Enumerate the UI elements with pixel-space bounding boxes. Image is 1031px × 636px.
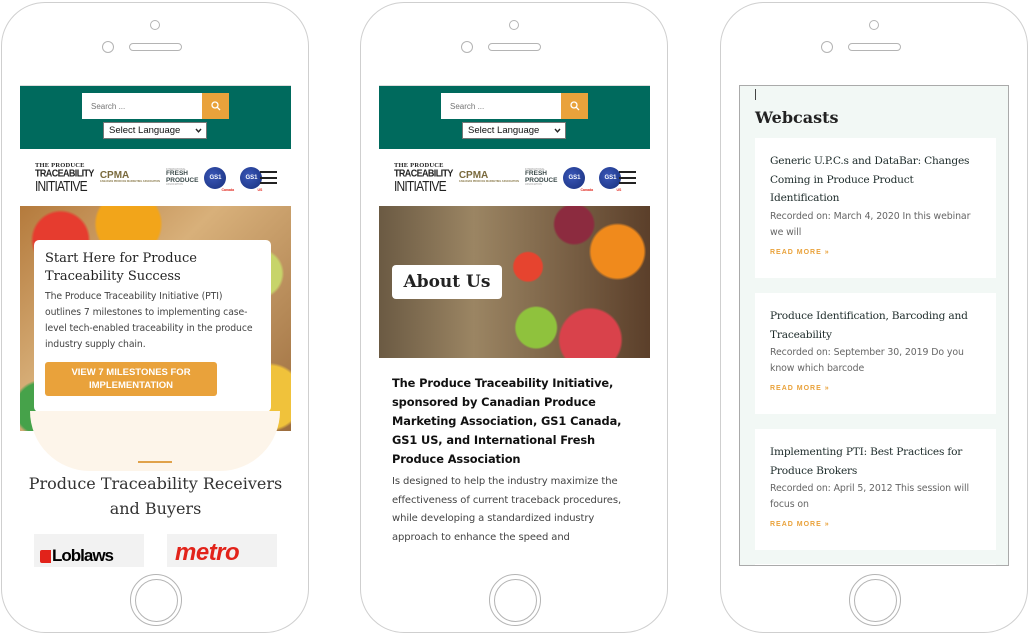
cpma-logo-subtitle: CANADIAN PRODUCE MARKETING ASSOCIATION — [458, 180, 519, 184]
about-banner-image: About Us — [379, 206, 650, 358]
search-input[interactable] — [441, 93, 561, 119]
pti-logo-line3: INITIATIVE — [35, 177, 88, 195]
phone-frame-about: Select Language THE PRODUCE TRACEABILITY… — [360, 2, 668, 633]
gs1-logo-text: GS1 — [568, 174, 581, 181]
gs1-canada-logo[interactable]: GS1 Canada — [204, 166, 234, 192]
top-bar: Select Language — [379, 86, 650, 149]
front-camera — [821, 41, 833, 53]
brand-name: Loblaws — [52, 546, 114, 565]
cpma-logo[interactable]: CPMA CANADIAN PRODUCE MARKETING ASSOCIAT… — [100, 171, 160, 184]
search-button[interactable] — [202, 93, 229, 119]
phone-screen-webcasts: Webcasts Generic U.P.C.s and DataBar: Ch… — [739, 85, 1009, 566]
gs1-logo-text: GS1 — [245, 174, 258, 181]
front-camera — [102, 41, 114, 53]
earpiece-speaker — [848, 43, 901, 51]
gs1-logo-text: GS1 — [604, 174, 617, 181]
gs1-us-label: US — [616, 187, 622, 192]
section-title: Produce Traceability Receivers and Buyer… — [28, 474, 283, 518]
phone-screen-home: Select Language THE PRODUCE TRACEABILITY… — [20, 85, 291, 567]
ifpa-logo-bottom: ASSOCIATION — [524, 182, 542, 186]
language-select-label: Select Language — [468, 125, 540, 136]
home-button — [849, 574, 901, 626]
webcast-title[interactable]: Implementing PTI: Best Practices for Pro… — [770, 443, 982, 480]
about-heading: The Produce Traceability Initiative, spo… — [392, 376, 622, 466]
cpma-logo-subtitle: CANADIAN PRODUCE MARKETING ASSOCIATION — [99, 180, 160, 184]
language-select[interactable]: Select Language — [103, 122, 207, 139]
chevron-down-icon — [554, 128, 561, 133]
loblaws-mark-icon — [40, 549, 51, 563]
webcast-excerpt: Recorded on: March 4, 2020 In this webin… — [770, 210, 971, 238]
gs1-canada-label: Canada — [580, 187, 594, 192]
chevron-down-icon — [195, 128, 202, 133]
gs1-canada-logo[interactable]: GS1 Canada — [563, 166, 593, 192]
proximity-sensor — [509, 20, 519, 30]
gs1-canada-label: Canada — [221, 187, 235, 192]
earpiece-speaker — [488, 43, 541, 51]
search-input[interactable] — [82, 93, 202, 119]
home-button — [489, 574, 541, 626]
about-title: About Us — [392, 265, 502, 299]
search-icon — [210, 101, 220, 111]
webcast-title[interactable]: Produce Identification, Barcoding and Tr… — [770, 307, 982, 344]
hamburger-menu-icon[interactable] — [619, 171, 636, 184]
read-more-link[interactable]: READ MORE » — [770, 521, 982, 528]
search-icon — [569, 101, 579, 111]
hero-title: Start Here for Produce Traceability Succ… — [45, 251, 197, 284]
front-camera — [461, 41, 473, 53]
section-divider — [138, 461, 172, 463]
brand-logo-metro[interactable]: metro — [167, 534, 277, 567]
ifpa-logo[interactable]: INTERNATIONAL FRESH PRODUCE ASSOCIATION — [524, 168, 558, 186]
home-button — [130, 574, 182, 626]
search-button[interactable] — [561, 93, 588, 119]
webcast-excerpt: Recorded on: September 30, 2019 Do you k… — [770, 347, 964, 374]
hero-card: Start Here for Produce Traceability Succ… — [34, 240, 271, 412]
read-more-link[interactable]: READ MORE » — [770, 385, 982, 392]
pti-logo[interactable]: THE PRODUCE TRACEABILITY INITIATIVE — [35, 162, 94, 195]
phone-screen-about: Select Language THE PRODUCE TRACEABILITY… — [379, 85, 650, 567]
hero-text: The Produce Traceability Initiative (PTI… — [45, 291, 253, 350]
earpiece-speaker — [129, 43, 182, 51]
webcast-card[interactable]: Produce Identification, Barcoding and Tr… — [755, 293, 996, 414]
phone-frame-webcasts: Webcasts Generic U.P.C.s and DataBar: Ch… — [720, 2, 1028, 633]
receivers-section: Produce Traceability Receivers and Buyer… — [20, 411, 291, 567]
view-milestones-button[interactable]: VIEW 7 MILESTONES FOR IMPLEMENTATION — [45, 362, 217, 396]
hero-banner-image: Start Here for Produce Traceability Succ… — [20, 206, 291, 431]
language-select[interactable]: Select Language — [462, 122, 566, 139]
about-paragraph: Is designed to help the industry maximiz… — [392, 476, 622, 543]
top-bar: Select Language — [20, 86, 291, 149]
hamburger-menu-icon[interactable] — [260, 171, 277, 184]
ifpa-logo[interactable]: INTERNATIONAL FRESH PRODUCE ASSOCIATION — [165, 168, 199, 186]
logo-bar: THE PRODUCE TRACEABILITY INITIATIVE CPMA… — [20, 149, 291, 206]
cpma-logo[interactable]: CPMA CANADIAN PRODUCE MARKETING ASSOCIAT… — [459, 171, 519, 184]
proximity-sensor — [869, 20, 879, 30]
logo-bar: THE PRODUCE TRACEABILITY INITIATIVE CPMA… — [379, 149, 650, 206]
read-more-link[interactable]: READ MORE » — [770, 249, 982, 256]
webcast-card[interactable]: Implementing PTI: Best Practices for Pro… — [755, 429, 996, 550]
gs1-us-label: US — [257, 187, 263, 192]
pti-logo-line3: INITIATIVE — [394, 177, 447, 195]
about-content: The Produce Traceability Initiative, spo… — [379, 358, 650, 547]
search-form — [82, 93, 229, 119]
webcast-excerpt: Recorded on: April 5, 2012 This session … — [770, 483, 969, 510]
webcast-card[interactable]: Generic U.P.C.s and DataBar: Changes Com… — [755, 138, 996, 278]
search-form — [441, 93, 588, 119]
brand-logo-loblaws[interactable]: Loblaws — [34, 534, 144, 567]
ifpa-logo-bottom: ASSOCIATION — [165, 182, 183, 186]
proximity-sensor — [150, 20, 160, 30]
webcasts-title: Webcasts — [755, 108, 839, 127]
brand-name: metro — [175, 539, 240, 566]
gs1-logo-text: GS1 — [209, 174, 222, 181]
language-select-label: Select Language — [109, 125, 181, 136]
webcast-card-partial — [755, 564, 996, 565]
webcast-title[interactable]: Generic U.P.C.s and DataBar: Changes Com… — [770, 152, 982, 208]
pti-logo[interactable]: THE PRODUCE TRACEABILITY INITIATIVE — [394, 162, 453, 195]
phone-frame-home: Select Language THE PRODUCE TRACEABILITY… — [1, 2, 309, 633]
text-cursor — [755, 89, 756, 100]
